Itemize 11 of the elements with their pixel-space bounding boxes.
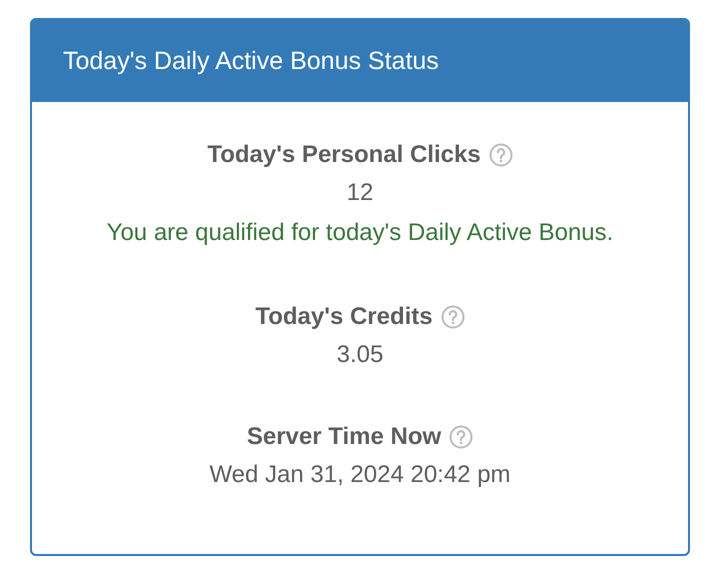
stat-value: Wed Jan 31, 2024 20:42 pm xyxy=(208,460,512,490)
help-icon[interactable] xyxy=(488,143,513,167)
stat-label: Today's Personal Clicks xyxy=(207,141,481,169)
stat-value: 3.05 xyxy=(336,340,384,370)
stat-label: Server Time Now xyxy=(246,423,442,451)
help-icon[interactable] xyxy=(449,425,474,449)
panel-title: Today's Daily Active Bonus Status xyxy=(63,46,439,76)
stat-value: 12 xyxy=(346,178,374,208)
status-message: You are qualified for today's Daily Active Bonus. xyxy=(106,218,614,248)
help-icon[interactable] xyxy=(440,305,465,329)
stat-label: Today's Credits xyxy=(255,303,433,331)
